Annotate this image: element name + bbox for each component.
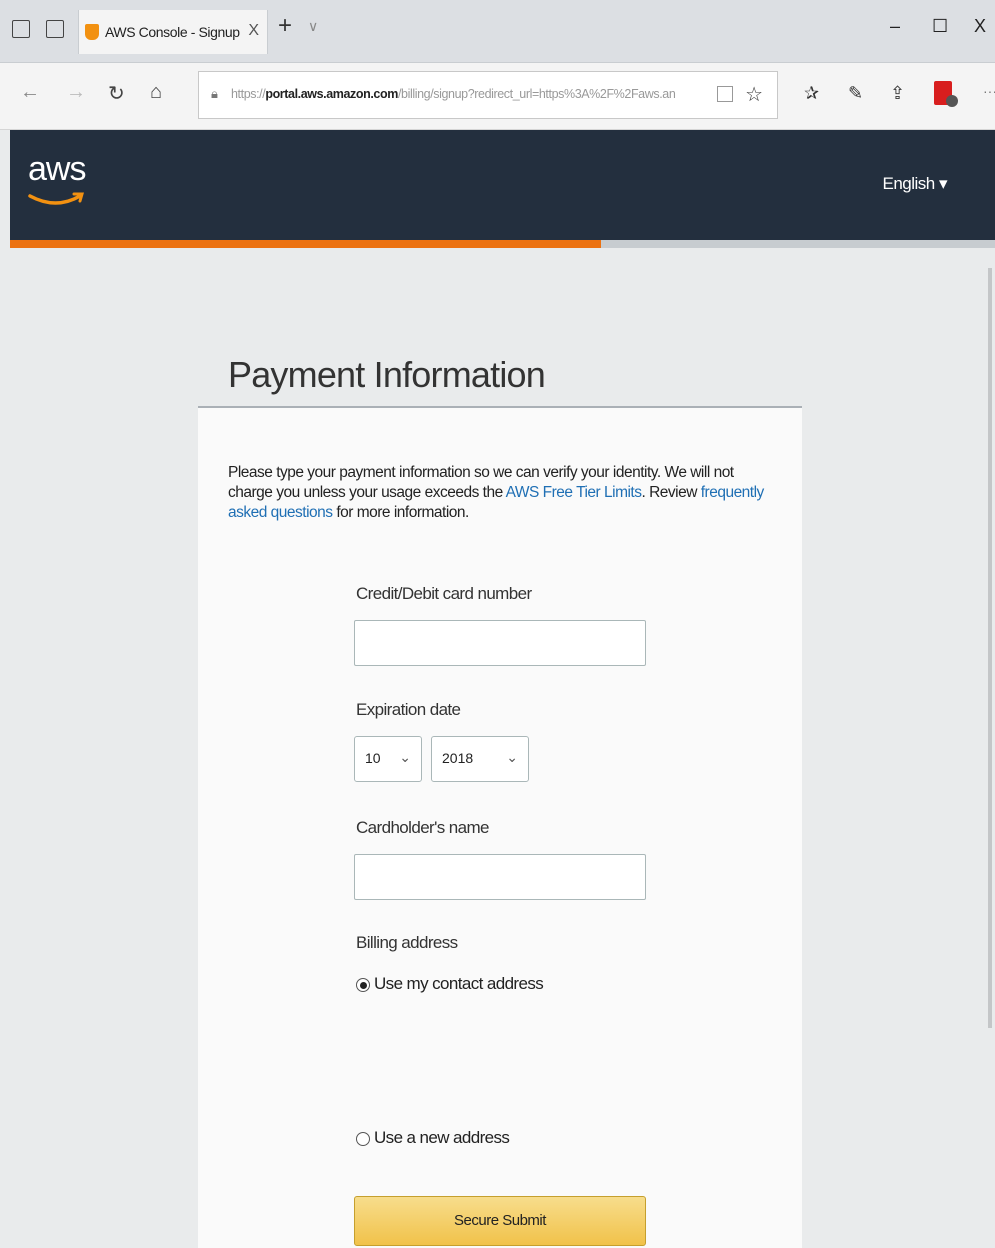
favorite-star-icon[interactable]: ☆ bbox=[745, 82, 763, 107]
secure-submit-button[interactable]: Secure Submit bbox=[354, 1196, 646, 1246]
free-tier-link[interactable]: AWS Free Tier Limits bbox=[506, 484, 642, 501]
intro-text: Please type your payment information so … bbox=[228, 464, 764, 521]
url-text: https://portal.aws.amazon.com/billing/si… bbox=[231, 87, 676, 101]
more-icon[interactable]: ··· bbox=[983, 83, 995, 99]
minimize-icon[interactable]: – bbox=[890, 16, 900, 37]
expiration-label: Expiration date bbox=[356, 700, 461, 719]
tab-title: AWS Console - Signup bbox=[105, 24, 240, 40]
refresh-icon[interactable]: ↻ bbox=[108, 81, 125, 106]
tab-close-icon[interactable]: X bbox=[248, 22, 259, 40]
new-tab-icon[interactable]: + bbox=[278, 12, 292, 40]
signup-progress-bar bbox=[10, 240, 995, 248]
lock-icon: 🔒︎ bbox=[211, 86, 218, 101]
cardholder-label: Cardholder's name bbox=[356, 818, 490, 837]
contact-address-radio[interactable] bbox=[356, 978, 370, 992]
forward-icon[interactable]: → bbox=[66, 81, 86, 104]
tab-list-chevron-icon[interactable]: ∨ bbox=[308, 18, 318, 35]
home-icon[interactable]: ⌂ bbox=[150, 81, 162, 104]
pen-icon[interactable]: ✎ bbox=[848, 83, 863, 104]
tab-actions bbox=[12, 20, 64, 38]
tabs-aside-icon[interactable] bbox=[12, 20, 30, 38]
year-value: 2018 bbox=[442, 750, 474, 766]
month-value: 10 bbox=[365, 750, 381, 766]
card-number-label: Credit/Debit card number bbox=[356, 584, 532, 603]
aws-logo[interactable]: aws bbox=[28, 150, 86, 189]
payment-card: Please type your payment information so … bbox=[198, 406, 802, 1248]
favorites-icon[interactable]: ✰ bbox=[804, 83, 819, 104]
chevron-down-icon: ⌄ bbox=[506, 749, 518, 765]
window-close-icon[interactable]: X bbox=[974, 16, 986, 37]
page-scrollbar[interactable] bbox=[985, 248, 995, 1241]
browser-tab-bar: AWS Console - Signup X + ∨ – ☐ X bbox=[0, 0, 995, 63]
reading-view-icon[interactable] bbox=[717, 86, 733, 102]
progress-fill bbox=[10, 240, 601, 248]
expiration-year-select[interactable]: 2018 ⌄ bbox=[431, 736, 529, 782]
aws-smile-icon bbox=[28, 192, 84, 205]
chevron-down-icon: ⌄ bbox=[399, 749, 411, 765]
aws-favicon-icon bbox=[85, 24, 99, 40]
page-title: Payment Information bbox=[228, 354, 546, 396]
scrollbar-thumb[interactable] bbox=[988, 268, 992, 1028]
aws-header: aws English ▾ bbox=[10, 130, 995, 240]
cardholder-input[interactable] bbox=[354, 854, 646, 900]
url-input[interactable]: 🔒︎ https://portal.aws.amazon.com/billing… bbox=[198, 71, 778, 119]
contact-address-label[interactable]: Use my contact address bbox=[374, 974, 544, 994]
tab-preview-icon[interactable] bbox=[46, 20, 64, 38]
expiration-month-select[interactable]: 10 ⌄ bbox=[354, 736, 422, 782]
browser-tab[interactable]: AWS Console - Signup X bbox=[78, 10, 268, 54]
address-toolbar: ← → ↻ ⌂ 🔒︎ https://portal.aws.amazon.com… bbox=[0, 63, 995, 130]
extension-badge-icon bbox=[946, 95, 958, 107]
share-icon[interactable]: ⇪ bbox=[890, 83, 905, 104]
card-number-input[interactable] bbox=[354, 620, 646, 666]
new-address-label[interactable]: Use a new address bbox=[374, 1128, 510, 1148]
new-address-radio[interactable] bbox=[356, 1132, 370, 1146]
maximize-icon[interactable]: ☐ bbox=[932, 16, 948, 37]
back-icon[interactable]: ← bbox=[20, 81, 40, 104]
billing-address-label: Billing address bbox=[356, 933, 458, 952]
language-selector[interactable]: English ▾ bbox=[882, 174, 947, 194]
